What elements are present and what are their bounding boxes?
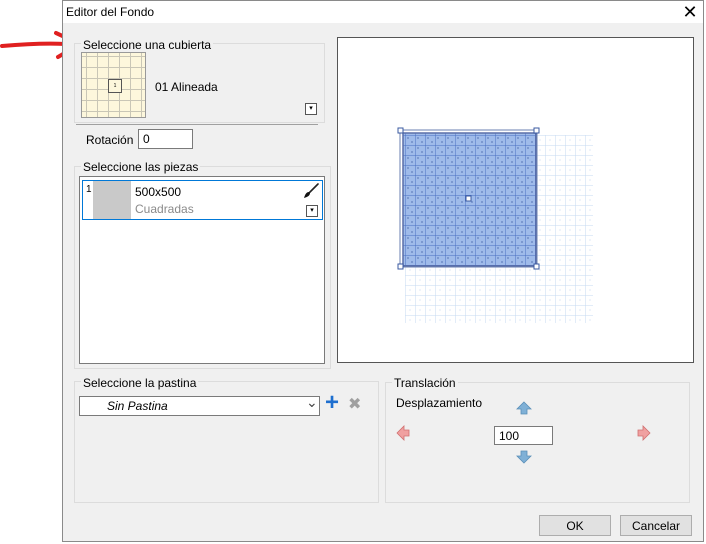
window-title: Editor del Fondo: [66, 5, 155, 19]
remove-icon[interactable]: ✖: [348, 396, 361, 414]
translation-group-label: Translación: [392, 376, 458, 390]
piece-item-thumbnail: [93, 181, 131, 219]
arrow-left-icon[interactable]: [396, 425, 410, 441]
cover-dropdown-button[interactable]: ▾: [305, 103, 317, 115]
ok-button[interactable]: OK: [539, 515, 611, 536]
paintbrush-icon[interactable]: [303, 183, 319, 199]
rotation-label: Rotación: [86, 133, 134, 147]
resize-handle[interactable]: [533, 127, 540, 134]
arrow-right-icon[interactable]: [637, 425, 651, 441]
grout-select-value: Sin Pastina: [107, 399, 168, 413]
resize-handle[interactable]: [533, 263, 540, 270]
title-bar: [63, 1, 703, 23]
piece-item-size: 500x500: [135, 185, 182, 199]
piece-dropdown-button[interactable]: ▾: [306, 205, 318, 217]
chevron-down-icon[interactable]: ⌄: [306, 394, 318, 411]
add-icon[interactable]: +: [325, 391, 339, 415]
resize-handle[interactable]: [397, 127, 404, 134]
displacement-label: Desplazamiento: [396, 396, 483, 410]
piece-item-index: 1: [86, 184, 92, 195]
cover-separator: [76, 124, 318, 125]
preview-drawing: [397, 127, 593, 323]
cover-name: 01 Alineada: [155, 80, 218, 94]
cover-group-label: Seleccione una cubierta: [81, 38, 214, 52]
arrow-down-icon[interactable]: [516, 450, 532, 464]
pieces-group-label: Seleccione las piezas: [81, 160, 201, 174]
center-handle[interactable]: [465, 195, 472, 202]
displacement-input[interactable]: 100: [494, 426, 553, 445]
cancel-button[interactable]: Cancelar: [620, 515, 692, 536]
rotation-input[interactable]: 0: [138, 129, 193, 149]
close-icon[interactable]: ✕: [680, 2, 700, 22]
piece-item-type: Cuadradas: [135, 202, 194, 216]
resize-handle[interactable]: [397, 263, 404, 270]
cover-thumbnail-origin: 1: [108, 79, 122, 93]
grout-group-label: Seleccione la pastina: [81, 376, 199, 390]
arrow-up-icon[interactable]: [516, 401, 532, 415]
